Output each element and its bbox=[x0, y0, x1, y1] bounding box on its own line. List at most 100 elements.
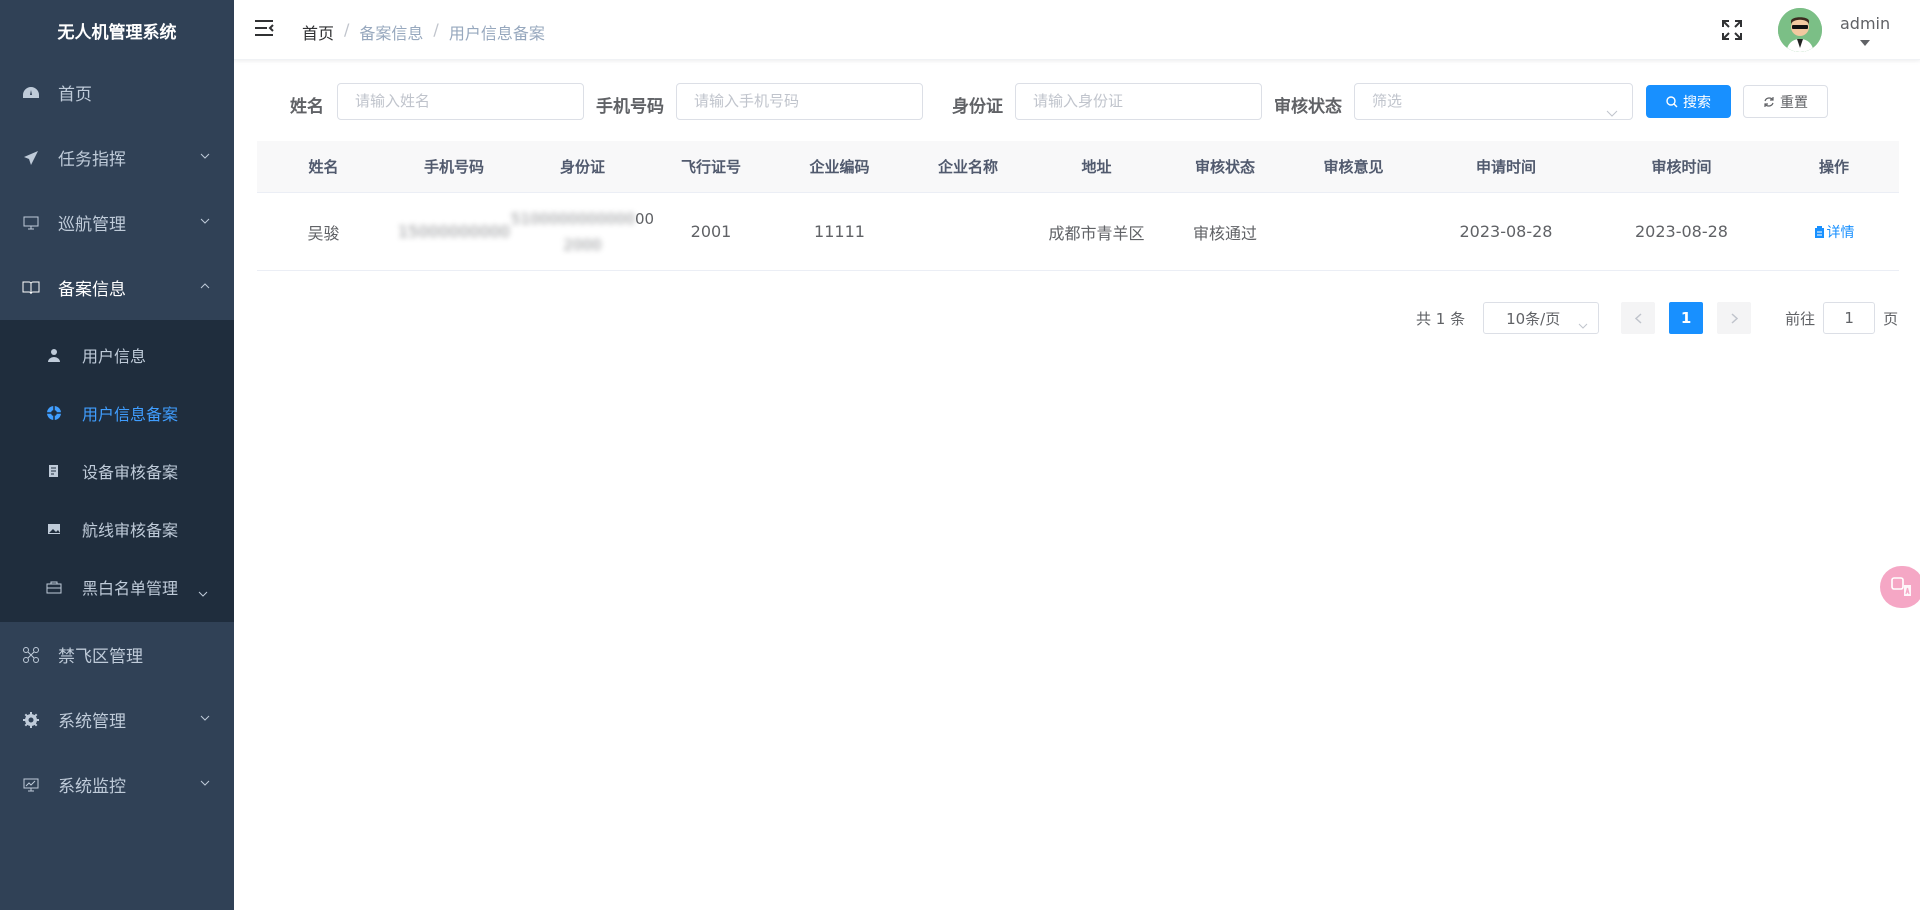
column-header: 审核意见 bbox=[1323, 158, 1384, 176]
sidebar-item-system-management[interactable]: 系统管理 bbox=[0, 687, 234, 752]
chart-monitor-icon bbox=[22, 776, 40, 794]
phone-label: 手机号码 bbox=[596, 97, 664, 117]
sidebar-item-label: 设备审核备案 bbox=[82, 463, 179, 482]
search-form: 姓名 请输入姓名 手机号码 请输入手机号码 身份证 请输入身份证 审核状态 筛选… bbox=[234, 60, 1920, 140]
sidebar-item-home[interactable]: 首页 bbox=[0, 60, 234, 125]
id-card-input[interactable]: 请输入身份证 bbox=[1015, 83, 1262, 120]
sidebar-item-task-command[interactable]: 任务指挥 bbox=[0, 125, 234, 190]
column-header: 审核时间 bbox=[1651, 158, 1712, 176]
id-card-label: 身份证 bbox=[952, 97, 1003, 117]
clipboard-icon bbox=[1814, 225, 1825, 238]
table-row: 吴骏 15000000000 510000000000000 2000 2001… bbox=[257, 193, 1899, 271]
username[interactable]: admin bbox=[1840, 14, 1890, 33]
fullscreen-icon[interactable] bbox=[1720, 18, 1744, 42]
name-input[interactable]: 请输入姓名 bbox=[337, 83, 584, 120]
sidebar-item-label: 巡航管理 bbox=[58, 215, 126, 235]
monitor-icon bbox=[22, 214, 40, 232]
page-size-select[interactable]: 10条/页 bbox=[1483, 302, 1600, 334]
sidebar-item-system-monitor[interactable]: 系统监控 bbox=[0, 752, 234, 817]
goto-page-input[interactable]: 1 bbox=[1823, 302, 1876, 334]
cell-apply-time: 2023-08-28 bbox=[1459, 222, 1553, 241]
chevron-down-icon bbox=[200, 715, 210, 723]
cell-action: 详情 bbox=[1769, 193, 1899, 270]
chevron-down-icon bbox=[200, 780, 210, 788]
cell-id-line1: 510000000000000 bbox=[511, 206, 654, 232]
cell-opinion bbox=[1289, 193, 1418, 270]
chevron-down-icon bbox=[1578, 315, 1588, 333]
reset-button-label: 重置 bbox=[1780, 94, 1808, 111]
breadcrumb-home[interactable]: 首页 bbox=[302, 20, 334, 44]
column-header: 手机号码 bbox=[423, 158, 484, 176]
cell-review-time: 2023-08-28 bbox=[1635, 222, 1728, 241]
status-select-placeholder: 筛选 bbox=[1372, 92, 1403, 110]
sidebar-item-user-filing[interactable]: 用户信息备案 bbox=[0, 384, 234, 442]
column-header: 操作 bbox=[1818, 158, 1849, 176]
sidebar-item-cruise[interactable]: 巡航管理 bbox=[0, 190, 234, 255]
filing-table: 姓名 手机号码 身份证 飞行证号 企业编码 企业名称 地址 审核状态 审核意见 … bbox=[257, 141, 1899, 271]
column-header: 申请时间 bbox=[1475, 158, 1536, 176]
sidebar-item-label: 首页 bbox=[58, 85, 92, 105]
target-icon bbox=[46, 405, 62, 421]
sidebar: 无人机管理系统 首页 任务指挥 巡航管理 备案信息 用户信息 用户信息备案 设备… bbox=[0, 0, 234, 910]
cell-phone-value: 15000000000 bbox=[398, 222, 510, 241]
cell-company-name bbox=[904, 193, 1032, 270]
briefcase-icon bbox=[46, 579, 62, 595]
avatar[interactable] bbox=[1778, 8, 1822, 52]
phone-input[interactable]: 请输入手机号码 bbox=[676, 83, 923, 120]
chevron-down-icon bbox=[200, 153, 210, 161]
status-select[interactable]: 筛选 bbox=[1354, 83, 1633, 120]
cell-id-card: 510000000000000 2000 bbox=[511, 193, 654, 270]
caret-down-icon[interactable] bbox=[1860, 40, 1870, 46]
reset-button[interactable]: 重置 bbox=[1743, 85, 1828, 118]
breadcrumb-separator: / bbox=[344, 20, 350, 39]
page-number-current[interactable]: 1 bbox=[1669, 302, 1704, 334]
next-page-button[interactable] bbox=[1717, 302, 1752, 334]
gear-icon bbox=[22, 711, 40, 729]
image-icon bbox=[46, 521, 62, 537]
user-icon bbox=[46, 347, 62, 363]
cell-name: 吴骏 bbox=[307, 223, 340, 243]
breadcrumb-separator: / bbox=[433, 20, 439, 39]
prev-page-button[interactable] bbox=[1621, 302, 1656, 334]
chevron-down-icon bbox=[1606, 96, 1618, 131]
page-size-value: 10条/页 bbox=[1506, 309, 1561, 328]
sidebar-item-label: 用户信息备案 bbox=[82, 405, 179, 424]
name-label: 姓名 bbox=[290, 97, 324, 117]
search-button[interactable]: 搜索 bbox=[1646, 85, 1731, 118]
search-button-label: 搜索 bbox=[1683, 94, 1711, 111]
sidebar-item-user-info[interactable]: 用户信息 bbox=[0, 326, 234, 384]
document-icon bbox=[46, 463, 62, 479]
search-icon bbox=[1666, 95, 1678, 108]
top-navbar: 首页 / 备案信息 / 用户信息备案 admin bbox=[234, 0, 1920, 60]
sidebar-item-filing[interactable]: 备案信息 bbox=[0, 255, 234, 320]
detail-link-label: 详情 bbox=[1826, 224, 1855, 241]
sidebar-item-label: 任务指挥 bbox=[58, 150, 126, 170]
sidebar-item-label: 备案信息 bbox=[58, 280, 126, 300]
book-icon bbox=[22, 279, 40, 297]
send-icon bbox=[22, 149, 40, 167]
drone-icon bbox=[22, 646, 40, 664]
chevron-down-icon bbox=[200, 218, 210, 226]
table-header: 姓名 手机号码 身份证 飞行证号 企业编码 企业名称 地址 审核状态 审核意见 … bbox=[257, 141, 1899, 193]
column-header: 姓名 bbox=[308, 158, 339, 176]
sidebar-item-route-filing[interactable]: 航线审核备案 bbox=[0, 500, 234, 558]
column-header: 企业编码 bbox=[809, 158, 870, 176]
cell-id-line2: 2000 bbox=[563, 235, 602, 254]
cell-id-line1-masked: 5100000000000 bbox=[510, 209, 635, 228]
sidebar-item-blackwhite-list[interactable]: 黑白名单管理 bbox=[0, 558, 234, 616]
translate-icon[interactable] bbox=[1880, 566, 1920, 608]
column-header: 身份证 bbox=[559, 158, 605, 176]
dashboard-icon bbox=[22, 84, 40, 102]
status-label: 审核状态 bbox=[1274, 97, 1342, 117]
sidebar-item-label: 用户信息 bbox=[82, 347, 147, 366]
detail-link[interactable]: 详情 bbox=[1814, 222, 1855, 242]
pagination-total: 共 1 条 bbox=[1416, 309, 1466, 328]
hamburger-icon[interactable] bbox=[254, 19, 276, 39]
goto-label: 前往 bbox=[1785, 309, 1816, 328]
submenu-filing: 用户信息 用户信息备案 设备审核备案 航线审核备案 黑白名单管理 bbox=[0, 320, 234, 622]
sidebar-item-device-filing[interactable]: 设备审核备案 bbox=[0, 442, 234, 500]
cell-phone: 15000000000 bbox=[390, 193, 518, 270]
sidebar-item-no-fly-zone[interactable]: 禁飞区管理 bbox=[0, 622, 234, 687]
sidebar-item-label: 系统管理 bbox=[58, 712, 126, 732]
breadcrumb-filing: 备案信息 bbox=[359, 24, 424, 43]
